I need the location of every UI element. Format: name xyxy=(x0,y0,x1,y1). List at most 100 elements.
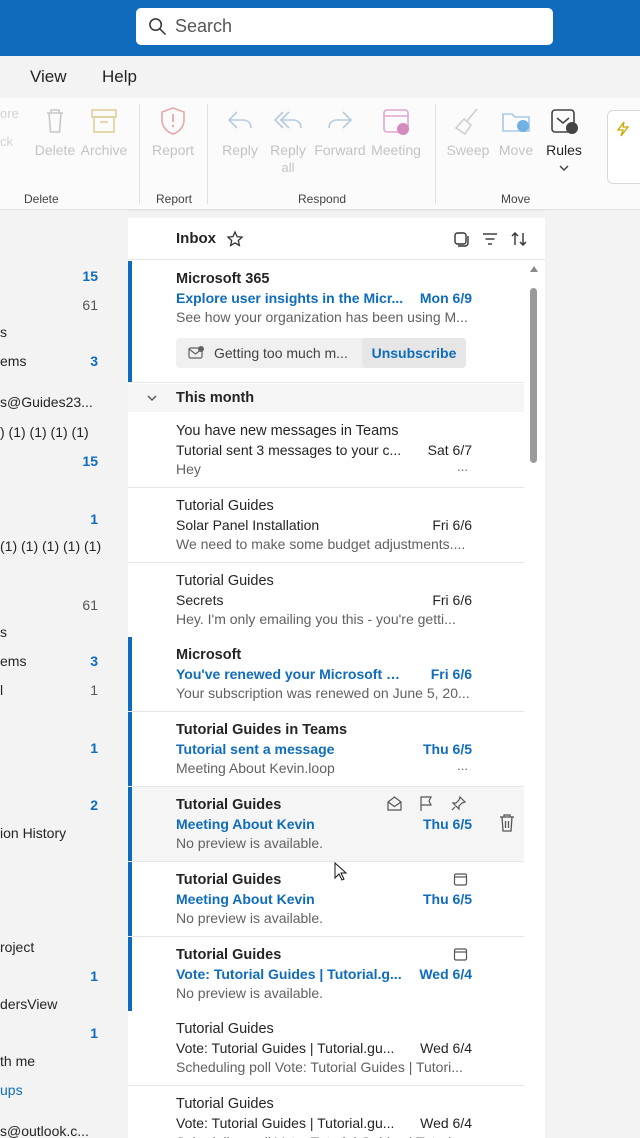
folder-item-label[interactable]: s@outlook.c... xyxy=(0,1123,89,1138)
message-preview: Meeting About Kevin.loop xyxy=(176,760,335,776)
message-subject: Vote: Tutorial Guides | Tutorial.gu... xyxy=(176,1115,395,1131)
message-sender: Tutorial Guides xyxy=(176,947,282,963)
message-subject: Explore user insights in the Micr... xyxy=(176,290,404,306)
reply-label: Reply xyxy=(222,142,258,158)
group-label-delete: Delete xyxy=(24,192,59,206)
trash-icon xyxy=(47,109,63,133)
filter-icon[interactable] xyxy=(481,230,499,248)
message-sender: You have new messages in Teams xyxy=(176,423,399,439)
sweep-label: Sweep xyxy=(446,142,490,158)
top-bar: Search xyxy=(0,0,640,56)
forward-button[interactable]: Forward xyxy=(312,104,368,159)
group-label-respond: Respond xyxy=(298,192,347,206)
delete-button[interactable]: Delete xyxy=(27,104,83,159)
report-button[interactable]: Report xyxy=(145,104,201,159)
message-subject: Secrets xyxy=(176,592,224,608)
message-subject: Tutorial sent a message xyxy=(176,741,335,757)
unsubscribe-button[interactable]: Unsubscribe xyxy=(362,338,466,368)
message-preview: See how your organization has been using… xyxy=(176,309,468,325)
folder-move-icon xyxy=(502,113,530,132)
reply-all-button[interactable]: Reply all xyxy=(260,104,316,176)
chevron-down-icon xyxy=(559,165,569,172)
message-item[interactable]: You have new messages in Teams Tutorial s… xyxy=(128,413,524,488)
message-item[interactable]: Tutorial Guides Vote: Tutorial Guides | T… xyxy=(128,1011,524,1086)
message-item[interactable]: Tutorial Guides Vote: Tutorial Guides | T… xyxy=(128,1086,524,1138)
message-list-scrollbar[interactable] xyxy=(524,260,545,1138)
folder-unread-count: 61 xyxy=(82,597,98,613)
archive-button[interactable]: Archive xyxy=(76,104,132,159)
folder-item-label[interactable]: l xyxy=(0,682,3,698)
rules-button[interactable]: Rules xyxy=(536,104,592,177)
folder-item-label[interactable]: dersView xyxy=(0,996,57,1012)
message-item[interactable]: Microsoft You've renewed your Microsoft 3… xyxy=(128,637,524,712)
folder-item-label[interactable]: ) (1) (1) (1) (1) xyxy=(0,424,89,440)
message-hover-actions xyxy=(386,795,486,815)
forward-label: Forward xyxy=(314,142,366,158)
folder-unread-count: 1 xyxy=(90,968,98,984)
search-icon xyxy=(149,18,166,35)
mark-read-icon[interactable] xyxy=(386,795,403,812)
message-item[interactable]: Tutorial Guides Solar Panel Installation F… xyxy=(128,488,524,563)
message-sender: Tutorial Guides xyxy=(176,797,282,813)
message-item[interactable]: Tutorial Guides Meeting About Kevin Thu 6/… xyxy=(128,787,524,862)
message-preview: Scheduling poll Vote: Tutorial Guides | … xyxy=(176,1059,463,1075)
menu-bar: View Help xyxy=(0,56,640,98)
folder-unread-count: 3 xyxy=(90,653,98,669)
unsubscribe-text: Getting too much m... xyxy=(214,345,348,361)
folder-item-label[interactable]: ems xyxy=(0,653,26,669)
message-sender: Tutorial Guides xyxy=(176,1096,274,1112)
flag-icon[interactable] xyxy=(418,795,435,812)
reply-all-label-sub: all xyxy=(281,160,295,175)
star-icon[interactable] xyxy=(226,230,244,248)
trash-icon[interactable] xyxy=(498,813,516,833)
message-date: Fri 6/6 xyxy=(432,592,472,608)
folder-item-label[interactable]: ion History xyxy=(0,825,66,841)
message-subject: Vote: Tutorial Guides | Tutorial.g... xyxy=(176,966,402,982)
scrollbar-thumb[interactable] xyxy=(530,288,537,463)
folder-item-label[interactable]: s xyxy=(0,624,7,640)
ribbon-overflow-card[interactable] xyxy=(607,110,640,184)
message-subject: Vote: Tutorial Guides | Tutorial.gu... xyxy=(176,1040,395,1056)
folder-unread-count: 3 xyxy=(90,353,98,369)
folder-item-label[interactable]: (1) (1) (1) (1) (1) xyxy=(0,538,101,554)
message-item[interactable]: Tutorial Guides Vote: Tutorial Guides | T… xyxy=(128,937,524,1012)
search-box[interactable]: Search xyxy=(136,8,553,45)
reading-pane-gap xyxy=(545,210,640,1138)
ribbon-faded-label: ck xyxy=(0,134,13,149)
message-subject: Tutorial sent 3 messages to your c... xyxy=(176,442,402,458)
message-preview: Hey. I'm only emailing you this - you're… xyxy=(176,611,456,627)
ribbon: ore ck Delete Archive Report Reply Reply… xyxy=(0,98,640,210)
chevron-down-icon xyxy=(147,395,157,401)
message-date: Sat 6/7 xyxy=(427,442,472,458)
message-preview: No preview is available. xyxy=(176,835,324,851)
message-item[interactable]: Tutorial Guides in Teams Tutorial sent a … xyxy=(128,712,524,787)
ribbon-divider xyxy=(139,104,140,204)
message-item-pinned[interactable]: Microsoft 365 Explore user insights in t… xyxy=(128,261,524,383)
menu-view[interactable]: View xyxy=(30,67,67,87)
folder-item-label[interactable]: ems xyxy=(0,353,26,369)
message-item[interactable]: Tutorial Guides Meeting About Kevin Thu 6/… xyxy=(128,862,524,937)
folder-item-label[interactable]: th me xyxy=(0,1053,35,1069)
message-subject: You've renewed your Microsoft 36... xyxy=(176,666,404,682)
pin-icon[interactable] xyxy=(450,795,467,812)
menu-help[interactable]: Help xyxy=(102,67,137,87)
search-input[interactable]: Search xyxy=(175,16,232,37)
folder-item-label[interactable]: roject xyxy=(0,939,34,955)
message-item[interactable]: Tutorial Guides Secrets Fri 6/6 Hey. I'm on… xyxy=(128,563,524,638)
message-sender: Tutorial Guides xyxy=(176,872,282,888)
folder-unread-count: 2 xyxy=(90,797,98,813)
folder-item-label[interactable]: s@Guides23... xyxy=(0,394,93,410)
message-subject: Meeting About Kevin xyxy=(176,891,315,907)
section-header-this-month[interactable]: This month xyxy=(128,384,524,412)
select-icon[interactable] xyxy=(452,230,470,248)
group-label-move: Move xyxy=(501,192,531,206)
sort-icon[interactable] xyxy=(510,230,528,248)
folder-item-label[interactable]: s xyxy=(0,324,7,340)
folder-item-label[interactable]: ups xyxy=(0,1082,23,1098)
archive-icon xyxy=(91,109,117,133)
message-preview: No preview is available. xyxy=(176,985,324,1001)
message-sender: Microsoft 365 xyxy=(176,271,270,287)
scroll-up-arrow[interactable] xyxy=(530,266,538,272)
message-date: Wed 6/4 xyxy=(420,1040,472,1056)
meeting-button[interactable]: Meeting xyxy=(368,104,424,159)
